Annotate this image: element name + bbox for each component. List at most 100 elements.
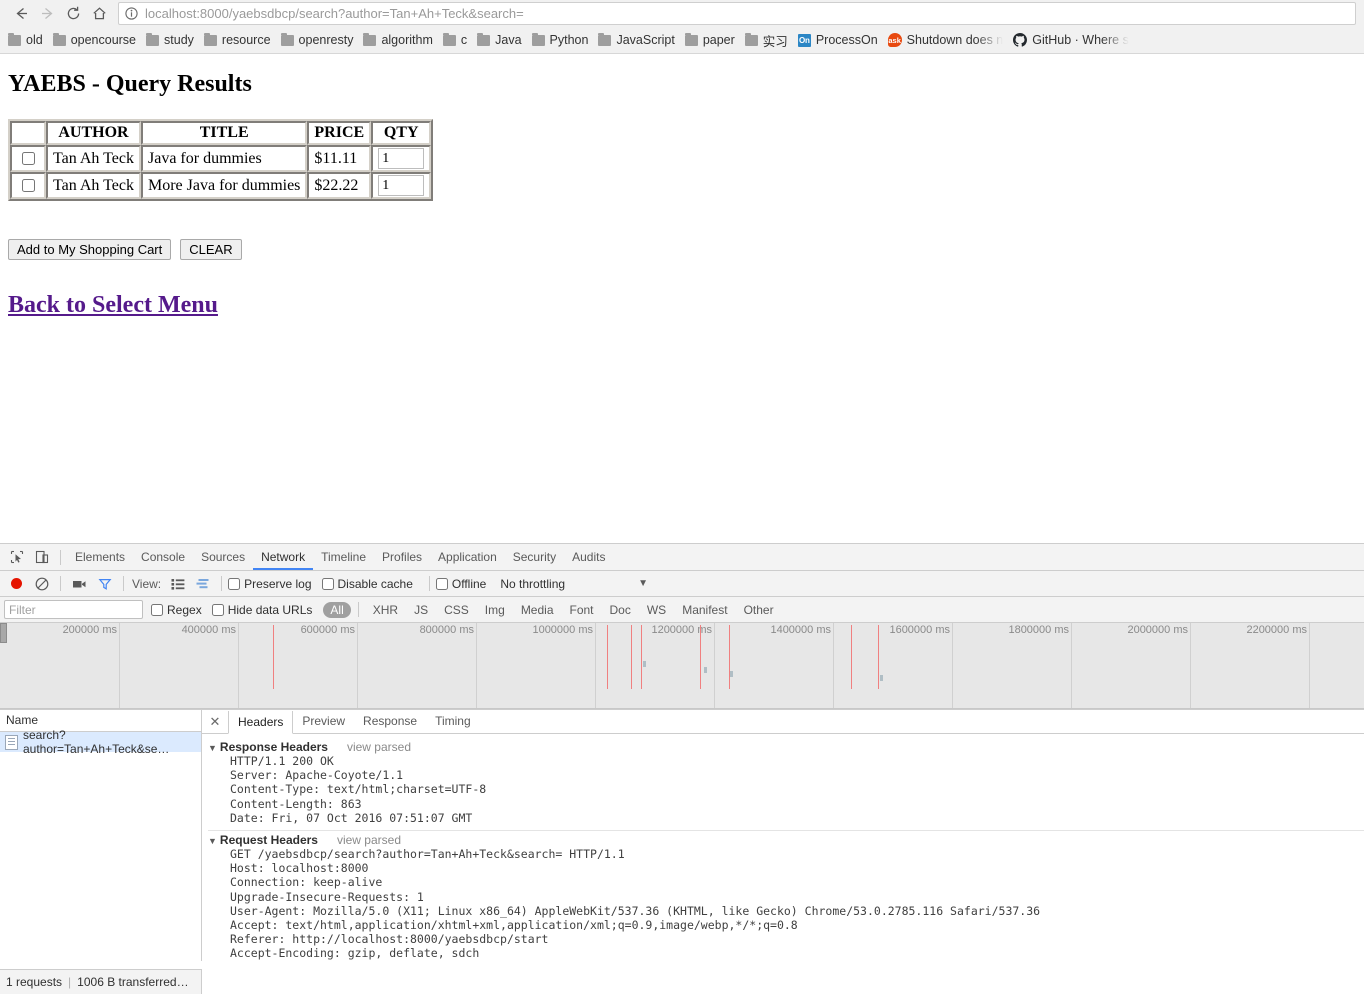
regex-checkbox[interactable] — [151, 603, 163, 616]
bookmark-processon[interactable]: On ProcessOn — [794, 29, 884, 51]
tab-security[interactable]: Security — [505, 544, 564, 570]
row-select-checkbox[interactable] — [21, 152, 35, 166]
tab-timeline[interactable]: Timeline — [313, 544, 374, 570]
qty-input[interactable] — [378, 175, 425, 196]
bookmark-c[interactable]: c — [439, 29, 473, 51]
divider — [123, 576, 124, 591]
column-header-select — [10, 121, 46, 145]
bookmark-resource[interactable]: resource — [200, 29, 277, 51]
preserve-log-checkbox[interactable] — [228, 577, 241, 590]
device-toolbar-icon[interactable] — [29, 545, 54, 569]
bookmark-label: study — [164, 33, 194, 47]
chevron-down-icon[interactable]: ▼ — [638, 578, 648, 589]
info-circle-icon[interactable] — [125, 7, 138, 20]
row-select-checkbox[interactable] — [21, 179, 35, 193]
offline-option[interactable]: Offline — [435, 577, 486, 591]
tab-console[interactable]: Console — [133, 544, 193, 570]
bookmark-java[interactable]: Java — [473, 29, 527, 51]
type-filter-img[interactable]: Img — [478, 602, 512, 618]
bookmark-javascript[interactable]: JavaScript — [594, 29, 680, 51]
timeline-tick: 800000 ms — [420, 623, 477, 709]
timeline-tick: 2000000 ms — [1127, 623, 1191, 709]
network-overview-timeline[interactable]: 200000 ms 400000 ms 600000 ms 800000 ms … — [0, 623, 1364, 710]
disable-cache-checkbox[interactable] — [321, 577, 334, 590]
tab-audits[interactable]: Audits — [564, 544, 613, 570]
type-filter-css[interactable]: CSS — [437, 602, 476, 618]
type-filter-other[interactable]: Other — [737, 602, 781, 618]
bookmark-label: Java — [495, 33, 522, 47]
bookmark-study[interactable]: study — [142, 29, 200, 51]
add-to-cart-button[interactable]: Add to My Shopping Cart — [8, 239, 172, 260]
type-filter-js[interactable]: JS — [407, 602, 435, 618]
tab-elements[interactable]: Elements — [67, 544, 133, 570]
tab-application[interactable]: Application — [430, 544, 505, 570]
timeline-tick: 1200000 ms — [651, 623, 715, 709]
tab-profiles[interactable]: Profiles — [374, 544, 430, 570]
list-view-icon[interactable] — [165, 572, 190, 596]
request-name-label: search?author=Tan+Ah+Teck&se… — [23, 728, 170, 756]
address-bar[interactable]: localhost:8000/yaebsdbcp/search?author=T… — [118, 2, 1356, 25]
detail-tab-headers[interactable]: Headers — [228, 710, 294, 734]
view-parsed-link[interactable]: view parsed — [347, 740, 411, 754]
funnel-icon[interactable] — [92, 572, 117, 596]
preserve-log-option[interactable]: Preserve log — [228, 577, 312, 591]
waterfall-view-icon[interactable] — [190, 572, 215, 596]
forward-button[interactable] — [34, 1, 60, 27]
back-button[interactable] — [8, 1, 34, 27]
type-filter-all[interactable]: All — [323, 601, 351, 618]
bookmark-shixi[interactable]: 实习 — [741, 29, 794, 51]
type-filter-manifest[interactable]: Manifest — [675, 602, 734, 618]
record-circle-icon[interactable] — [4, 572, 29, 596]
header-line: GET /yaebsdbcp/search?author=Tan+Ah+Teck… — [230, 847, 625, 862]
request-headers-section-header[interactable]: ▼ Request Headers view parsed — [208, 833, 1364, 847]
detail-tab-timing[interactable]: Timing — [426, 710, 480, 733]
timeline-range-handle[interactable] — [0, 623, 7, 643]
header-line: Referer: http://localhost:8000/yaebsdbcp… — [230, 932, 549, 947]
offline-checkbox[interactable] — [435, 577, 448, 590]
filter-input[interactable] — [4, 600, 143, 619]
tab-network[interactable]: Network — [253, 544, 314, 570]
view-parsed-link[interactable]: view parsed — [337, 833, 401, 847]
triangle-down-icon[interactable]: ▼ — [208, 743, 217, 753]
type-filter-media[interactable]: Media — [514, 602, 561, 618]
reload-button[interactable] — [60, 1, 86, 27]
detail-tab-response[interactable]: Response — [354, 710, 426, 733]
type-filter-font[interactable]: Font — [563, 602, 601, 618]
header-line: Server: Apache-Coyote/1.1 — [230, 768, 404, 783]
timeline-tick-label: 800000 ms — [419, 624, 474, 636]
throttling-select[interactable]: No throttling — [500, 577, 565, 591]
clear-no-entry-icon[interactable] — [29, 572, 54, 596]
timeline-tick-label: 2000000 ms — [1127, 624, 1188, 636]
clear-button[interactable]: CLEAR — [180, 239, 242, 260]
bookmark-algorithm[interactable]: algorithm — [359, 29, 438, 51]
home-button[interactable] — [86, 1, 112, 27]
bookmark-shutdown[interactable]: ask Shutdown does n — [884, 29, 1010, 51]
response-headers-section-header[interactable]: ▼ Response Headers view parsed — [208, 740, 1364, 754]
type-filter-ws[interactable]: WS — [640, 602, 673, 618]
bookmark-openresty[interactable]: openresty — [277, 29, 360, 51]
inspect-cursor-icon[interactable] — [4, 545, 29, 569]
triangle-down-icon[interactable]: ▼ — [208, 836, 217, 846]
qty-input[interactable] — [378, 148, 425, 169]
hide-data-urls-option[interactable]: Hide data URLs — [211, 603, 312, 617]
bookmark-github[interactable]: GitHub · Where s — [1009, 29, 1135, 51]
regex-label: Regex — [167, 602, 202, 617]
bookmark-paper[interactable]: paper — [681, 29, 741, 51]
bookmark-old[interactable]: old — [4, 29, 49, 51]
back-to-select-menu-link[interactable]: Back to Select Menu — [8, 292, 218, 319]
type-filter-doc[interactable]: Doc — [603, 602, 638, 618]
camera-icon[interactable] — [67, 572, 92, 596]
bookmark-python[interactable]: Python — [528, 29, 595, 51]
bookmark-opencourse[interactable]: opencourse — [49, 29, 142, 51]
regex-option[interactable]: Regex — [151, 603, 202, 617]
hide-data-urls-checkbox[interactable] — [211, 603, 224, 616]
tab-sources[interactable]: Sources — [193, 544, 253, 570]
type-filter-xhr[interactable]: XHR — [366, 602, 405, 618]
cell-author: Tan Ah Teck — [46, 145, 141, 172]
detail-tab-preview[interactable]: Preview — [293, 710, 354, 733]
request-list-item[interactable]: search?author=Tan+Ah+Teck&se… — [0, 728, 201, 756]
disable-cache-option[interactable]: Disable cache — [321, 577, 413, 591]
timeline-tick-label: 1000000 ms — [532, 624, 593, 636]
timeline-event-marker — [273, 625, 274, 689]
close-icon[interactable]: ✕ — [206, 713, 224, 731]
